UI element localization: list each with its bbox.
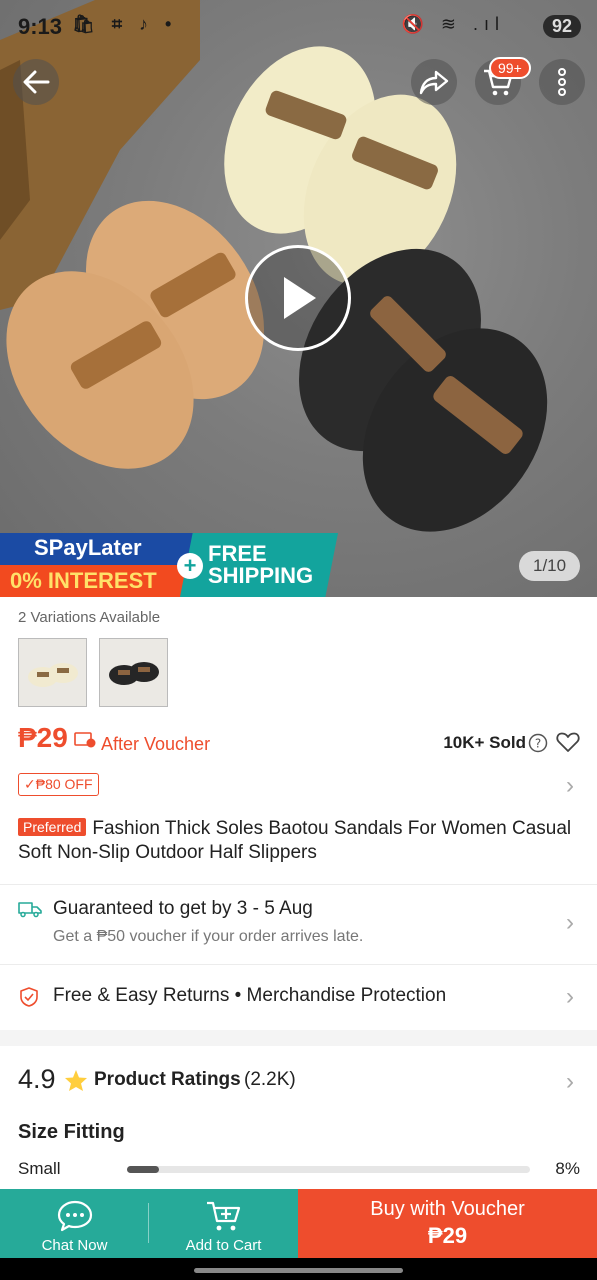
black-slipper-thumbnail xyxy=(100,639,167,706)
free-shipping-label: FREE SHIPPING xyxy=(180,533,338,597)
buy-with-voucher-button[interactable]: Buy with Voucher ₱29 xyxy=(298,1189,597,1258)
chevron-right-icon[interactable]: › xyxy=(566,909,574,937)
cart-count-badge: 99+ xyxy=(489,57,531,79)
promo-banner: SPayLater 0% INTEREST FREE SHIPPING + xyxy=(0,533,340,597)
shipping-guarantee[interactable]: Guaranteed to get by 3 - 5 Aug xyxy=(53,898,313,920)
play-video-button[interactable] xyxy=(245,245,351,351)
svg-text:?: ? xyxy=(535,737,541,751)
chat-now-button[interactable]: Chat Now xyxy=(0,1189,149,1258)
chevron-right-icon[interactable]: › xyxy=(566,1068,574,1096)
chat-icon xyxy=(57,1200,93,1232)
shipping-text: SHIPPING xyxy=(208,563,314,588)
product-title-block: Preferred Fashion Thick Soles Baotou Sand… xyxy=(18,815,578,865)
back-button[interactable] xyxy=(13,59,59,105)
battery-indicator: 92 xyxy=(542,15,581,38)
play-icon xyxy=(284,277,316,319)
size-row-percent: 8% xyxy=(555,1159,580,1178)
cream-slipper-thumbnail xyxy=(19,639,86,706)
size-progress-fill xyxy=(127,1166,160,1173)
price-row: ₱29 After Voucher 10K+ Sold ? xyxy=(18,722,580,758)
share-button[interactable] xyxy=(411,59,457,105)
heart-icon[interactable] xyxy=(556,731,580,753)
divider xyxy=(0,964,597,965)
status-bar: 9:13 🛍 ⌗ ♪ • 🔇 ≋ .ıl 92 xyxy=(0,0,597,56)
shield-icon xyxy=(20,987,38,1007)
size-row-label: Small xyxy=(18,1159,61,1178)
variations-label: 2 Variations Available xyxy=(18,609,161,626)
size-fitting-title: Size Fitting xyxy=(18,1121,125,1143)
truck-icon xyxy=(18,902,42,918)
interest-label: 0% INTEREST xyxy=(0,565,200,597)
share-icon xyxy=(419,70,449,95)
buy-with-voucher-label: Buy with Voucher xyxy=(370,1198,525,1220)
free-text: FREE xyxy=(208,541,267,566)
after-voucher-label: After Voucher xyxy=(101,734,211,754)
home-gesture-handle[interactable] xyxy=(194,1268,403,1273)
more-options-button[interactable] xyxy=(539,59,585,105)
buy-price: ₱29 xyxy=(427,1223,468,1248)
rating-score: 4.9 xyxy=(18,1064,56,1094)
variation-thumb-black[interactable] xyxy=(99,638,168,707)
chevron-right-icon[interactable]: › xyxy=(566,983,574,1011)
discount-badge[interactable]: ✓₱80 OFF xyxy=(18,773,99,796)
spaylater-label: SPayLater xyxy=(0,533,200,565)
chevron-right-icon[interactable]: › xyxy=(566,772,574,800)
add-to-cart-button[interactable]: Add to Cart xyxy=(149,1189,298,1258)
signal-icons: 🔇 ≋ .ıl xyxy=(401,14,505,34)
shipping-voucher-note: Get a ₱50 voucher if your order arrives … xyxy=(53,928,364,945)
image-counter: 1/10 xyxy=(519,551,581,581)
status-time: 9:13 xyxy=(18,14,63,39)
ratings-label[interactable]: Product Ratings xyxy=(94,1069,241,1091)
star-icon xyxy=(65,1070,87,1091)
chat-now-label: Chat Now xyxy=(41,1237,108,1254)
add-to-cart-label: Add to Cart xyxy=(185,1237,262,1254)
sold-count: 10K+ Sold xyxy=(443,733,526,752)
add-to-cart-icon xyxy=(207,1201,241,1231)
product-title: Fashion Thick Soles Baotou Sandals For W… xyxy=(18,818,572,863)
preferred-badge: Preferred xyxy=(18,818,87,836)
help-icon[interactable]: ? xyxy=(528,733,548,753)
size-progress-track xyxy=(127,1166,530,1173)
returns-protection[interactable]: Free & Easy Returns • Merchandise Protec… xyxy=(53,985,446,1007)
plus-icon: + xyxy=(177,553,203,579)
bottom-action-bar: Chat Now Add to Cart Buy with Voucher ₱2… xyxy=(0,1189,597,1258)
product-image-carousel[interactable]: 9:13 🛍 ⌗ ♪ • 🔇 ≋ .ıl 92 99+ SPayLater 0%… xyxy=(0,0,597,597)
price: ₱29 xyxy=(18,722,68,753)
section-separator xyxy=(0,1030,597,1046)
variation-thumb-cream[interactable] xyxy=(18,638,87,707)
voucher-icon xyxy=(74,732,96,748)
divider xyxy=(0,884,597,885)
ratings-count: (2.2K) xyxy=(244,1069,296,1090)
back-arrow-icon xyxy=(23,70,50,94)
more-vertical-icon xyxy=(558,68,566,96)
notification-icons: 🛍 ⌗ ♪ • xyxy=(72,14,178,34)
